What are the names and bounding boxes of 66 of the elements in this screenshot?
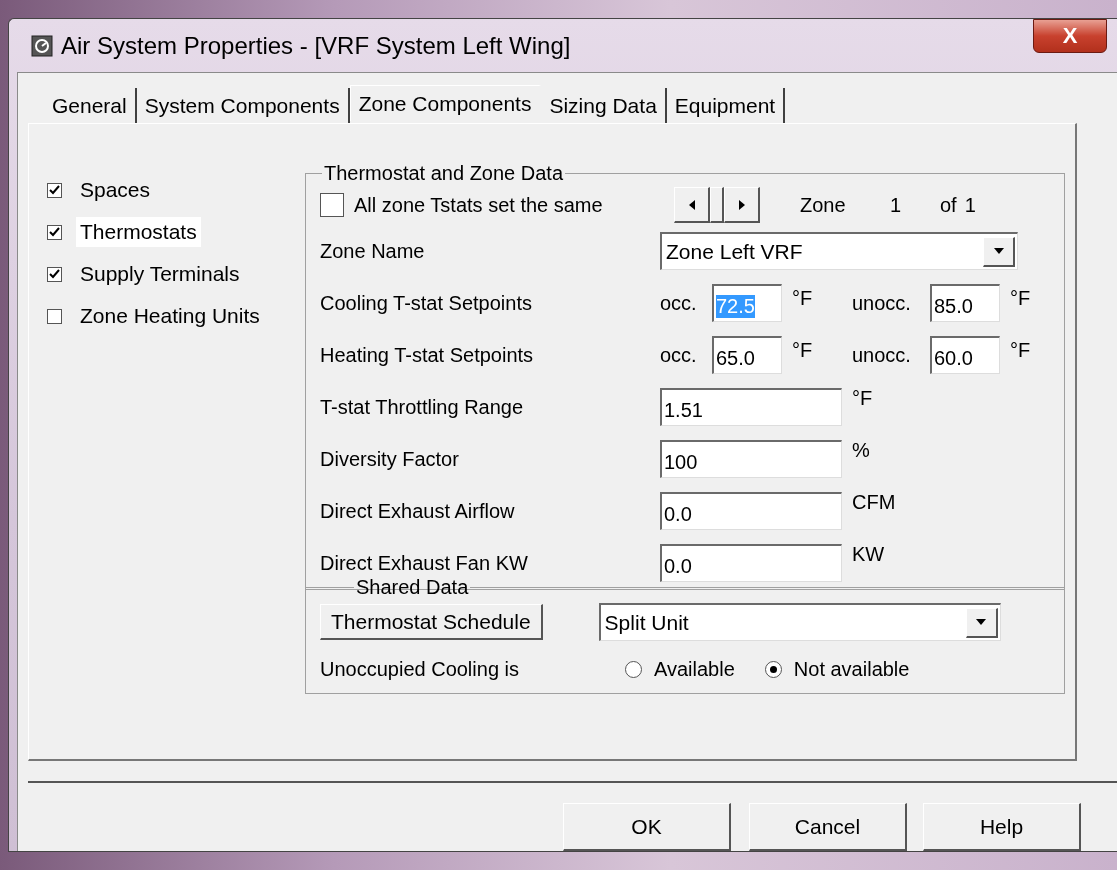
group-title: Thermostat and Zone Data	[323, 162, 564, 185]
dialog-button[interactable]: Cancel	[749, 803, 907, 851]
checkbox-label: Spaces	[79, 177, 152, 203]
radio-button[interactable]	[764, 660, 782, 678]
input-field[interactable]: 65.0	[712, 336, 782, 374]
field-label: Diversity Factor	[320, 447, 460, 471]
input-field[interactable]: 100	[660, 440, 842, 478]
window-title: Air System Properties - [VRF System Left Wing]	[61, 31, 572, 60]
input-field[interactable]: 0.0	[660, 544, 842, 582]
unit-label: %	[852, 439, 870, 462]
checkbox[interactable]	[320, 193, 344, 217]
of-label: of	[940, 193, 957, 217]
unit-label: °F	[1010, 339, 1031, 362]
radio-button[interactable]	[625, 660, 642, 678]
check-icon	[49, 185, 60, 195]
checkbox-label: Zone Heating Units	[79, 303, 261, 329]
occ-label: occ.	[660, 291, 698, 315]
checkbox-label: All zone Tstats set the same	[354, 193, 604, 217]
next-button[interactable]	[724, 187, 760, 223]
checkbox-label: Thermostats	[76, 217, 201, 247]
checkbox[interactable]	[47, 308, 62, 324]
input-field[interactable]: 1.51	[660, 388, 842, 426]
unocc-label: unocc.	[852, 291, 912, 315]
close-button[interactable]: X	[1033, 18, 1107, 53]
check-icon	[49, 227, 60, 237]
unit-label: °F	[852, 387, 873, 410]
zone-number: 1	[890, 193, 903, 217]
unit-label: CFM	[852, 491, 896, 514]
app-icon	[31, 34, 53, 57]
unit-label: KW	[852, 543, 885, 566]
tab[interactable]: General	[44, 87, 137, 123]
zone-total: 1	[964, 193, 976, 217]
checkbox[interactable]	[47, 182, 62, 198]
previous-button[interactable]	[674, 187, 710, 223]
unit-label: °F	[792, 339, 814, 362]
radio-label: Available	[654, 657, 735, 681]
nav-middle-button[interactable]	[710, 187, 724, 223]
input-field[interactable]: 85.0	[930, 284, 1000, 322]
radio-label: Not available	[793, 657, 910, 681]
zone-label: Zone	[800, 193, 847, 217]
group-title: Shared Data	[355, 576, 470, 599]
field-label: T-stat Throttling Range	[320, 395, 525, 419]
check-icon	[49, 269, 60, 279]
unocc-label: unocc.	[852, 343, 912, 367]
checkbox[interactable]	[47, 266, 62, 282]
field-label: Cooling T-stat Setpoints	[320, 291, 533, 315]
tab[interactable]: Sizing Data	[541, 87, 667, 123]
checkbox[interactable]	[47, 224, 62, 240]
unit-label: °F	[792, 287, 814, 310]
unit-label: °F	[1010, 287, 1031, 310]
occ-label: occ.	[660, 343, 698, 367]
field-label: Zone Name	[320, 239, 426, 263]
input-field[interactable]: 60.0	[930, 336, 1000, 374]
field-label: Direct Exhaust Airflow	[320, 499, 516, 523]
dialog-button[interactable]: OK	[563, 803, 731, 851]
field-label: Direct Exhaust Fan KW	[320, 551, 529, 575]
schedule-dropdown[interactable]: Split Unit	[598, 603, 1001, 641]
checkbox-label: Supply Terminals	[79, 261, 241, 287]
field-label: Heating T-stat Setpoints	[320, 343, 535, 367]
zone-name-dropdown[interactable]: Zone Left VRF	[660, 232, 1018, 270]
field-label: Unoccupied Cooling is	[320, 657, 520, 681]
thermostat-schedule-button[interactable]: Thermostat Schedule	[320, 604, 543, 640]
input-field[interactable]: 0.0	[660, 492, 842, 530]
tab[interactable]: Zone Components	[349, 84, 542, 121]
tab[interactable]: Equipment	[666, 87, 786, 123]
dialog-button[interactable]: Help	[923, 803, 1081, 851]
